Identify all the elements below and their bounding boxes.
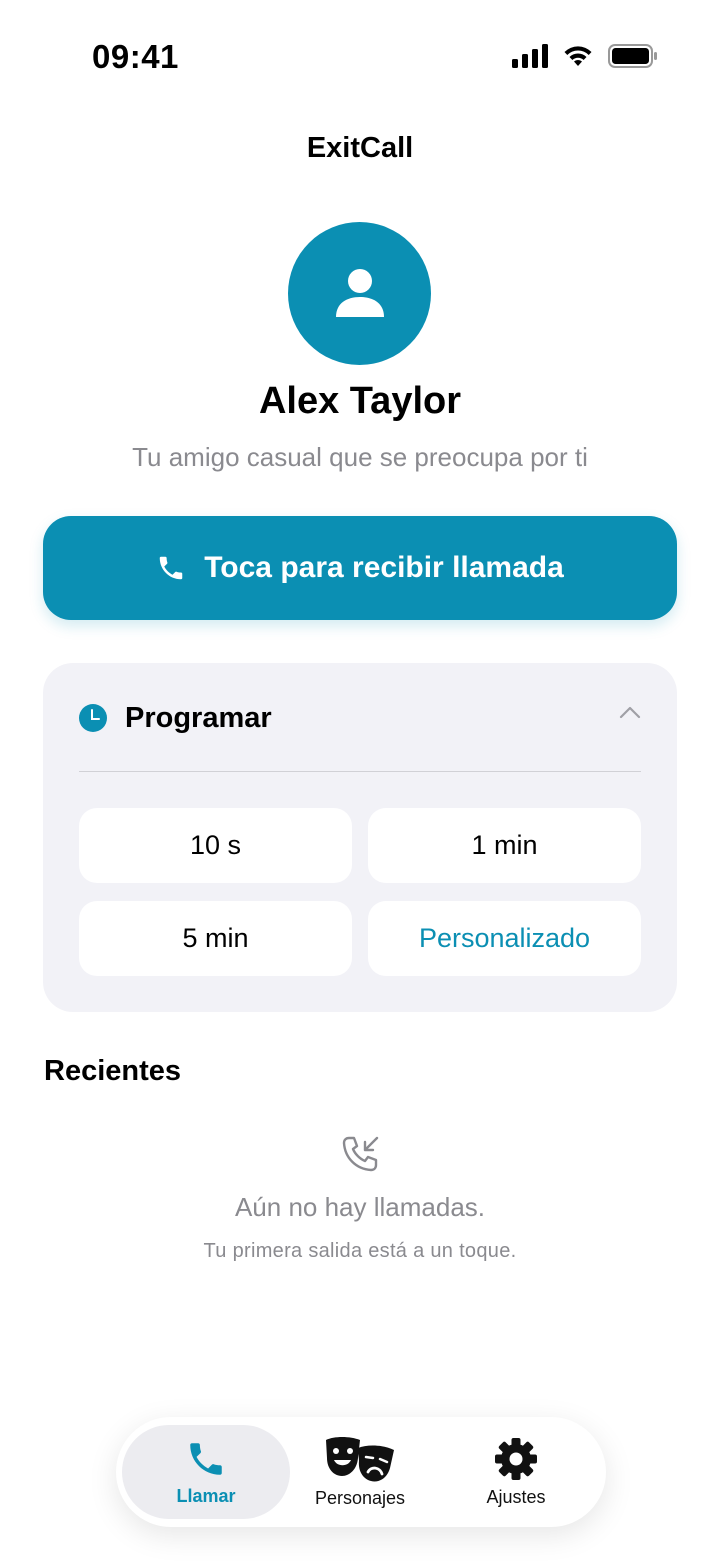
tab-llamar[interactable]: Llamar	[122, 1425, 290, 1519]
receive-call-button[interactable]: Toca para recibir llamada	[43, 516, 677, 620]
caller-avatar	[288, 222, 431, 365]
phone-icon	[159, 556, 183, 580]
empty-recents-subtitle: Tu primera salida está a un toque.	[203, 1240, 517, 1262]
status-time: 09:41	[92, 38, 179, 75]
app-title: ExitCall	[306, 132, 414, 164]
wifi-icon	[564, 46, 592, 66]
theater-masks-icon	[326, 1436, 394, 1481]
schedule-option-1min[interactable]: 1 min	[368, 808, 641, 883]
signal-icon	[512, 44, 548, 68]
status-bar: 09:41	[0, 0, 720, 110]
schedule-card: Programar 10 s 1 min 5 min Personalizado	[43, 663, 677, 1012]
battery-icon	[608, 44, 657, 68]
schedule-option-5min[interactable]: 5 min	[79, 901, 352, 976]
recents-title: Recientes	[44, 1055, 182, 1087]
tab-label: Llamar	[176, 1485, 236, 1506]
clock-icon	[79, 704, 107, 732]
caller-name: Alex Taylor	[258, 380, 462, 422]
person-icon	[335, 268, 384, 317]
gear-icon	[495, 1437, 537, 1480]
empty-recents-title: Aún no hay llamadas.	[234, 1192, 486, 1222]
schedule-option-10s[interactable]: 10 s	[79, 808, 352, 883]
caller-description: Tu amigo casual que se preocupa por ti	[132, 442, 588, 472]
tab-label: Ajustes	[486, 1486, 546, 1507]
status-icons	[512, 44, 658, 68]
tab-label: Personajes	[314, 1487, 406, 1508]
schedule-title: Programar	[125, 701, 272, 734]
chevron-up-icon[interactable]	[619, 705, 641, 719]
schedule-option-custom[interactable]: Personalizado	[368, 901, 641, 976]
receive-call-label: Toca para recibir llamada	[204, 551, 564, 584]
tab-bar: Llamar Personajes Ajustes	[116, 1417, 606, 1527]
incoming-call-icon	[342, 1136, 379, 1172]
tab-ajustes[interactable]: Ajustes	[432, 1425, 600, 1519]
phone-icon	[190, 1442, 222, 1475]
schedule-divider	[79, 771, 641, 772]
tab-personajes[interactable]: Personajes	[276, 1425, 444, 1519]
schedule-header[interactable]: Programar	[79, 693, 641, 743]
